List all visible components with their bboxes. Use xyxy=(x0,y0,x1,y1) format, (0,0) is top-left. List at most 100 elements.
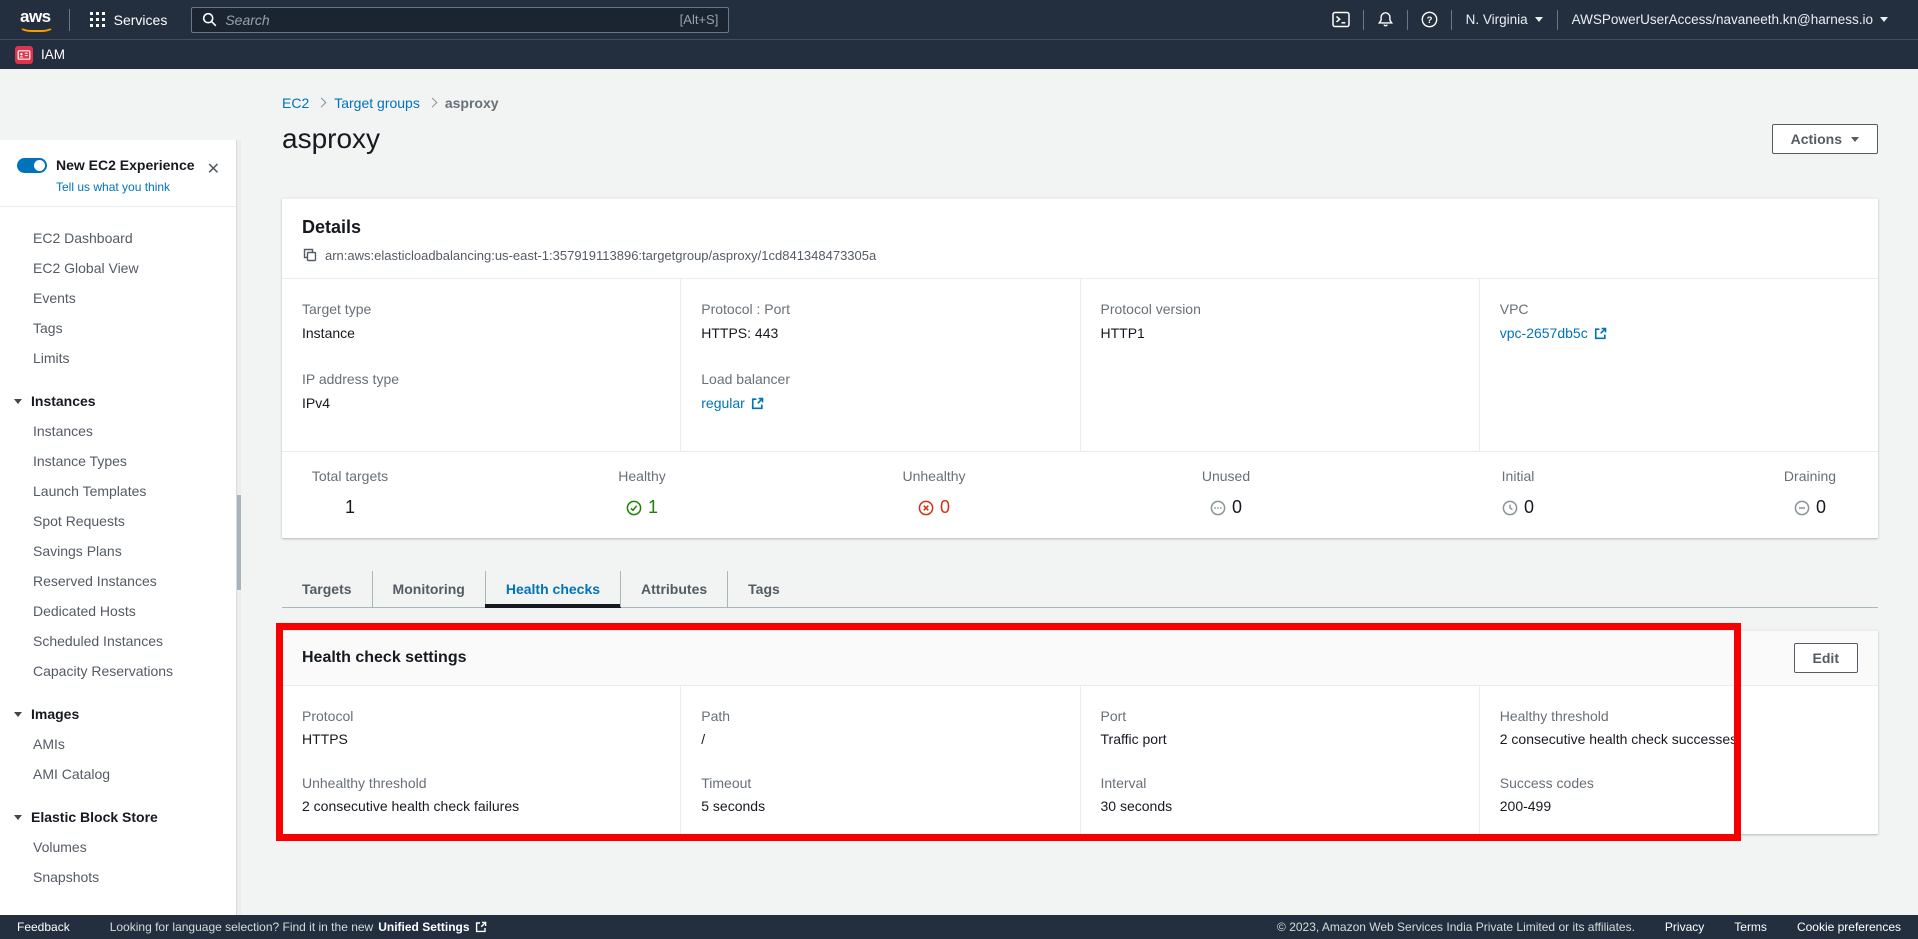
edit-button-label: Edit xyxy=(1813,650,1839,666)
region-selector[interactable]: N. Virginia xyxy=(1452,12,1557,27)
sidebar-section-images[interactable]: Images xyxy=(0,699,236,729)
sidebar-item-limits[interactable]: Limits xyxy=(0,343,236,373)
tab-targets[interactable]: Targets xyxy=(282,571,372,607)
sidebar-item-volumes[interactable]: Volumes xyxy=(0,832,236,862)
section-label: Instances xyxy=(31,393,96,409)
tab-bar: Targets Monitoring Health checks Attribu… xyxy=(282,571,1878,608)
sidebar-section-elastic-block-store[interactable]: Elastic Block Store xyxy=(0,802,236,832)
notifications-bell-icon[interactable] xyxy=(1364,11,1407,28)
field-label: Protocol : Port xyxy=(701,301,1059,317)
sidebar-item-ec2-global-view[interactable]: EC2 Global View xyxy=(0,253,236,283)
load-balancer-link[interactable]: regular xyxy=(701,395,764,411)
account-menu[interactable]: AWSPowerUserAccess/navaneeth.kn@harness.… xyxy=(1558,12,1902,27)
field-label: Unhealthy threshold xyxy=(302,775,660,791)
search-icon xyxy=(202,12,217,27)
sidebar-scrollbar-thumb[interactable] xyxy=(237,495,241,590)
actions-button[interactable]: Actions xyxy=(1772,124,1878,154)
field-value: / xyxy=(701,731,1059,747)
field-label: Target type xyxy=(302,301,660,317)
sidebar-section-instances[interactable]: Instances xyxy=(0,386,236,416)
sidebar: New EC2 Experience Tell us what you thin… xyxy=(0,69,241,915)
unified-settings-link[interactable]: Unified Settings xyxy=(378,920,469,934)
sidebar-item-instances[interactable]: Instances xyxy=(0,416,236,446)
global-search[interactable]: [Alt+S] xyxy=(191,7,729,33)
stat-label: Draining xyxy=(1768,468,1852,484)
copy-icon[interactable] xyxy=(302,247,318,263)
footer: Feedback Looking for language selection?… xyxy=(0,915,1918,939)
stat-value: 0 xyxy=(940,497,950,518)
health-check-grid: Protocol HTTPS Unhealthy threshold 2 con… xyxy=(282,686,1878,834)
aws-logo[interactable]: aws xyxy=(16,7,55,33)
breadcrumb-ec2[interactable]: EC2 xyxy=(282,95,309,111)
breadcrumb-separator-icon xyxy=(317,98,327,108)
field-label: VPC xyxy=(1500,301,1858,317)
search-input[interactable] xyxy=(225,12,671,28)
stat-healthy: Healthy 1 xyxy=(600,468,684,518)
field-label: Protocol xyxy=(302,708,660,724)
chevron-down-icon xyxy=(1851,137,1859,142)
field-value: HTTPS xyxy=(302,731,660,747)
section-label: Elastic Block Store xyxy=(31,809,158,825)
field-value: HTTPS: 443 xyxy=(701,325,1059,341)
services-menu-button[interactable]: Services xyxy=(84,8,174,32)
cloudshell-icon[interactable] xyxy=(1319,11,1363,28)
breadcrumb: EC2 Target groups asproxy xyxy=(282,95,1878,111)
details-title: Details xyxy=(302,217,1858,238)
sidebar-nav: EC2 Dashboard EC2 Global View Events Tag… xyxy=(0,207,236,892)
cookie-preferences-link[interactable]: Cookie preferences xyxy=(1797,920,1901,934)
unhealthy-x-circle-icon xyxy=(918,500,934,516)
close-icon[interactable]: ✕ xyxy=(207,162,220,178)
sidebar-item-capacity-reservations[interactable]: Capacity Reservations xyxy=(0,656,236,686)
privacy-link[interactable]: Privacy xyxy=(1665,920,1704,934)
field-label: Path xyxy=(701,708,1059,724)
sidebar-scrollbar-track[interactable] xyxy=(237,140,241,915)
sidebar-item-dedicated-hosts[interactable]: Dedicated Hosts xyxy=(0,596,236,626)
breadcrumb-target-groups[interactable]: Target groups xyxy=(334,95,420,111)
tab-tags[interactable]: Tags xyxy=(727,571,800,607)
help-icon[interactable]: ? xyxy=(1408,11,1451,28)
stat-label: Unhealthy xyxy=(892,468,976,484)
tab-monitoring[interactable]: Monitoring xyxy=(372,571,485,607)
stat-initial: Initial 0 xyxy=(1476,468,1560,518)
tab-health-checks[interactable]: Health checks xyxy=(485,571,620,607)
healthy-check-circle-icon xyxy=(626,500,642,516)
vpc-link[interactable]: vpc-2657db5c xyxy=(1500,325,1607,341)
details-card: Details arn:aws:elasticloadbalancing:us-… xyxy=(282,198,1878,538)
sidebar-item-spot-requests[interactable]: Spot Requests xyxy=(0,506,236,536)
stat-label: Total targets xyxy=(308,468,392,484)
sidebar-item-instance-types[interactable]: Instance Types xyxy=(0,446,236,476)
stat-label: Unused xyxy=(1184,468,1268,484)
svg-text:?: ? xyxy=(1426,15,1432,26)
field-label: Healthy threshold xyxy=(1500,708,1858,724)
sidebar-item-ami-catalog[interactable]: AMI Catalog xyxy=(0,759,236,789)
favorite-iam[interactable]: IAM xyxy=(15,46,65,64)
edit-button[interactable]: Edit xyxy=(1794,643,1858,673)
stat-value: 1 xyxy=(648,497,658,518)
terms-link[interactable]: Terms xyxy=(1734,920,1767,934)
field-label: Port xyxy=(1101,708,1459,724)
sidebar-item-ec2-dashboard[interactable]: EC2 Dashboard xyxy=(0,223,236,253)
sidebar-item-snapshots[interactable]: Snapshots xyxy=(0,862,236,892)
new-experience-toggle[interactable] xyxy=(17,158,47,173)
search-shortcut-hint: [Alt+S] xyxy=(680,12,719,27)
target-group-arn: arn:aws:elasticloadbalancing:us-east-1:3… xyxy=(325,248,876,263)
field-label: IP address type xyxy=(302,371,660,387)
tab-attributes[interactable]: Attributes xyxy=(620,571,727,607)
stat-value: 0 xyxy=(1524,497,1534,518)
new-experience-banner: New EC2 Experience Tell us what you thin… xyxy=(0,140,236,207)
sidebar-item-savings-plans[interactable]: Savings Plans xyxy=(0,536,236,566)
stat-label: Healthy xyxy=(600,468,684,484)
main-area: New EC2 Experience Tell us what you thin… xyxy=(0,69,1918,915)
sidebar-item-launch-templates[interactable]: Launch Templates xyxy=(0,476,236,506)
sidebar-item-reserved-instances[interactable]: Reserved Instances xyxy=(0,566,236,596)
sidebar-item-tags[interactable]: Tags xyxy=(0,313,236,343)
sidebar-item-amis[interactable]: AMIs xyxy=(0,729,236,759)
feedback-link[interactable]: Tell us what you think xyxy=(56,180,222,194)
services-grid-icon xyxy=(90,12,105,27)
sidebar-item-events[interactable]: Events xyxy=(0,283,236,313)
initial-clock-circle-icon xyxy=(1502,500,1518,516)
new-experience-title: New EC2 Experience xyxy=(56,157,195,173)
feedback-button[interactable]: Feedback xyxy=(17,920,70,934)
stat-value: 0 xyxy=(1816,497,1826,518)
sidebar-item-scheduled-instances[interactable]: Scheduled Instances xyxy=(0,626,236,656)
